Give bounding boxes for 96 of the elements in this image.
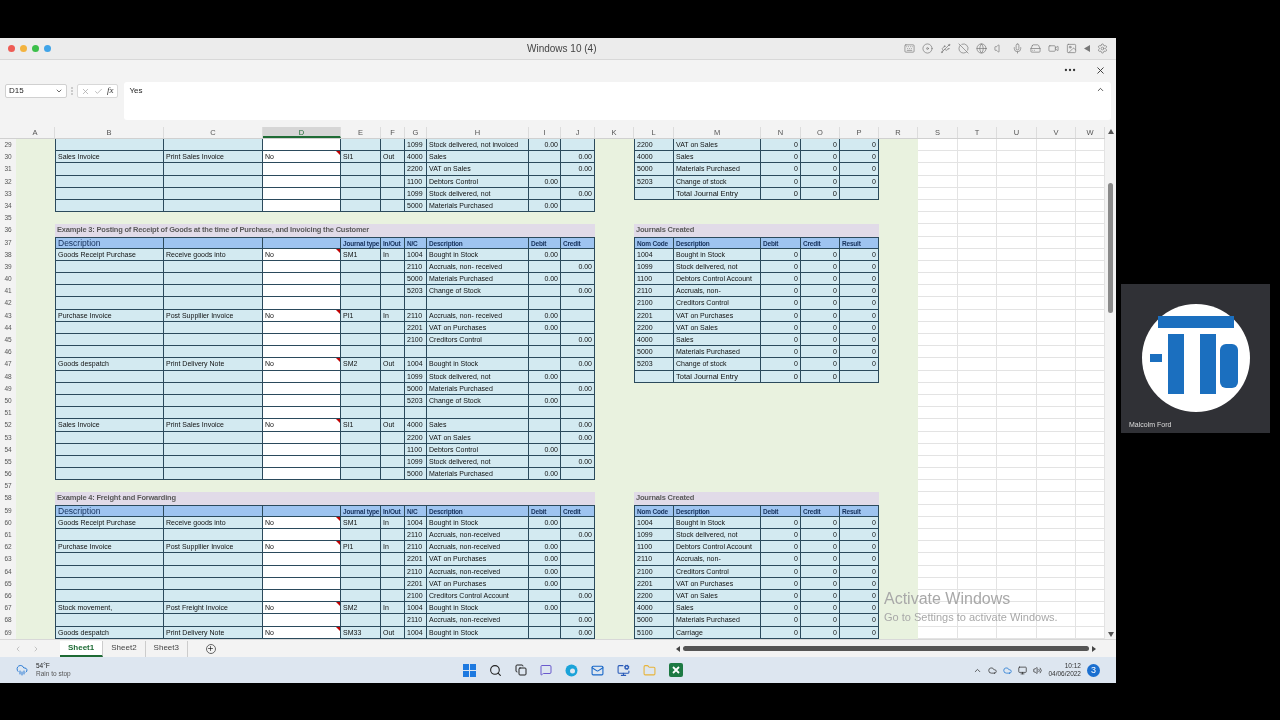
table-cell xyxy=(529,407,561,420)
formula-field[interactable]: Yes xyxy=(123,82,1111,120)
activation-text: Go to Settings to activate Windows. xyxy=(884,610,1058,625)
triangle-icon[interactable] xyxy=(1084,45,1090,52)
table-cell xyxy=(381,529,405,542)
sheet-tab[interactable]: Sheet1 xyxy=(60,640,104,657)
chat-icon[interactable] xyxy=(539,664,552,676)
table-cell xyxy=(561,273,595,286)
browser-icon[interactable] xyxy=(564,663,578,677)
table-cell xyxy=(381,297,405,310)
weather-icon[interactable] xyxy=(16,664,28,676)
start-icon[interactable] xyxy=(462,663,476,677)
table-cell xyxy=(561,468,595,481)
cancel-icon[interactable] xyxy=(81,86,90,96)
table-cell xyxy=(529,346,561,359)
table-cell xyxy=(341,468,381,481)
table-cell xyxy=(381,163,405,176)
table-cell xyxy=(529,297,561,310)
table-cell xyxy=(381,553,405,566)
table-cell xyxy=(529,285,561,298)
computer-icon[interactable] xyxy=(616,663,630,677)
table-cell xyxy=(405,297,427,310)
table-cell xyxy=(341,346,381,359)
table-cell xyxy=(341,163,381,176)
previous-sheet-icon[interactable] xyxy=(14,644,22,653)
next-sheet-icon[interactable] xyxy=(32,644,40,653)
table-cell xyxy=(529,529,561,542)
table-cell xyxy=(341,139,381,152)
table-cell xyxy=(529,334,561,347)
network-icon[interactable] xyxy=(1018,665,1028,675)
table-cell xyxy=(529,163,561,176)
table-cell xyxy=(529,419,561,432)
disc-icon[interactable] xyxy=(922,43,933,54)
microphone-icon[interactable] xyxy=(1012,43,1023,54)
dropdown-caret-icon[interactable] xyxy=(55,87,63,95)
spreadsheet-icon[interactable] xyxy=(668,663,683,677)
usb-icon[interactable] xyxy=(940,43,951,54)
table-cell xyxy=(381,273,405,286)
table-cell xyxy=(341,297,381,310)
scroll-right-icon[interactable] xyxy=(1091,645,1096,652)
table-cell xyxy=(529,614,561,627)
table-cell xyxy=(405,346,427,359)
table-cell xyxy=(381,614,405,627)
table-cell xyxy=(381,468,405,481)
table-cell xyxy=(341,529,381,542)
drag-handle-icon[interactable] xyxy=(71,87,73,95)
speaker-icon[interactable] xyxy=(1033,665,1043,675)
table-cell xyxy=(561,602,595,615)
table-cell xyxy=(529,358,561,371)
table-cell xyxy=(561,553,595,566)
notification-badge[interactable]: 3 xyxy=(1087,663,1100,677)
plus-icon xyxy=(207,645,215,652)
task-view-icon[interactable] xyxy=(514,664,527,676)
blocked-icon[interactable] xyxy=(958,43,969,54)
table-cell xyxy=(561,346,595,359)
scroll-left-icon[interactable] xyxy=(675,645,680,652)
table-cell xyxy=(405,407,427,420)
table-cell xyxy=(341,334,381,347)
table-cell xyxy=(561,139,595,152)
table-cell xyxy=(561,297,595,310)
table-cell xyxy=(381,334,405,347)
mail-icon[interactable] xyxy=(590,663,604,677)
picture-icon[interactable] xyxy=(1066,43,1077,54)
keyboard-icon[interactable] xyxy=(904,43,915,54)
collapse-icon[interactable] xyxy=(1096,85,1105,94)
table-cell xyxy=(561,407,595,420)
window-title: Windows 10 (4) xyxy=(527,42,597,56)
table-cell xyxy=(529,151,561,164)
scroll-down-icon[interactable] xyxy=(1107,632,1114,637)
sheet-tab[interactable]: Sheet2 xyxy=(103,640,146,657)
scroll-up-icon[interactable] xyxy=(1107,129,1114,134)
function-button[interactable]: fx xyxy=(107,84,114,98)
globe-icon[interactable] xyxy=(976,43,987,54)
table-cell xyxy=(341,614,381,627)
table-cell xyxy=(561,541,595,554)
activation-title: Activate Windows xyxy=(884,590,1012,608)
confirm-icon[interactable] xyxy=(94,86,103,96)
drive-icon[interactable] xyxy=(1030,43,1041,54)
table-cell xyxy=(381,407,405,420)
table-cell xyxy=(341,553,381,566)
add-sheet-button[interactable] xyxy=(205,643,216,654)
table-cell xyxy=(381,346,405,359)
table-cell xyxy=(341,407,381,420)
settings-icon[interactable] xyxy=(1097,43,1108,54)
search-icon[interactable] xyxy=(488,663,502,677)
table-cell xyxy=(381,285,405,298)
folder-icon[interactable] xyxy=(642,663,656,677)
table-cell xyxy=(341,285,381,298)
table-cell xyxy=(381,139,405,152)
table-cell xyxy=(341,273,381,286)
name-box[interactable]: D15 xyxy=(5,84,67,98)
close-icon[interactable] xyxy=(1095,64,1106,76)
scrollbar-thumb[interactable] xyxy=(1108,183,1113,313)
sheet-tab[interactable]: Sheet3 xyxy=(145,640,188,657)
scrollbar-thumb[interactable] xyxy=(682,646,1089,651)
camera-icon[interactable] xyxy=(1048,43,1059,54)
